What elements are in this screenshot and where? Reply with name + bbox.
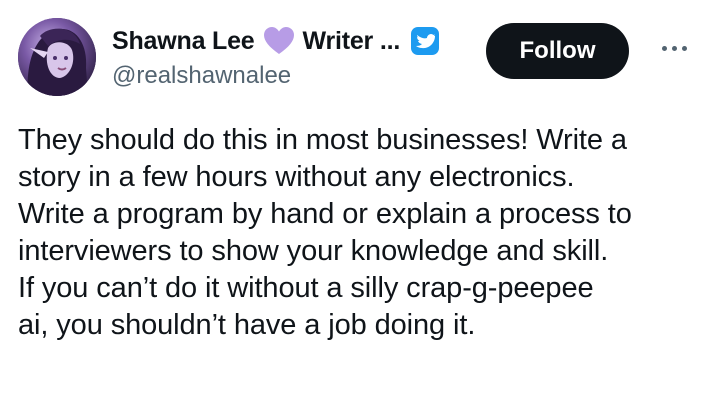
tweet-text-line: story in a few hours without any electro…	[18, 161, 575, 193]
tweet-text: They should do this in most businesses! …	[18, 122, 698, 344]
display-name-suffix[interactable]: Writer ...	[303, 27, 401, 56]
author-header: Shawna Lee Writer ... @realshawnalee	[112, 24, 440, 90]
name-row: Shawna Lee Writer ...	[112, 24, 440, 58]
tweet-text-line: If you can’t do it without a silly crap-…	[18, 272, 594, 304]
avatar[interactable]	[18, 18, 96, 96]
tweet-card: Shawna Lee Writer ... @realshawnalee Fol…	[0, 0, 709, 404]
more-dot	[661, 45, 667, 51]
tweet-text-line: interviewers to show your knowledge and …	[18, 235, 609, 267]
author-handle[interactable]: @realshawnalee	[112, 62, 440, 90]
display-name[interactable]: Shawna Lee	[112, 27, 255, 56]
more-dot	[671, 45, 677, 51]
avatar-image	[18, 18, 96, 96]
tweet-text-line: ai, you shouldn’t have a job doing it.	[18, 309, 476, 341]
tweet-text-line: They should do this in most businesses! …	[18, 124, 627, 156]
more-dot	[681, 45, 687, 51]
more-options-icon[interactable]	[654, 36, 694, 60]
purple-heart-icon	[263, 26, 295, 56]
follow-button[interactable]: Follow	[486, 23, 629, 79]
verified-badge-icon[interactable]	[410, 26, 440, 56]
tweet-text-line: Write a program by hand or explain a pro…	[18, 198, 632, 230]
